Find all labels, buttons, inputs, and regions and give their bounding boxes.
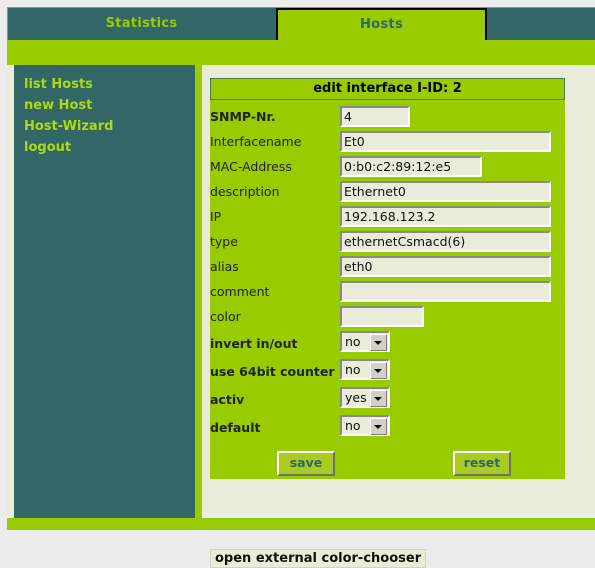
sidebar-item-logout[interactable]: logout <box>14 137 195 158</box>
label-type: type <box>210 234 238 249</box>
input-interfacename[interactable] <box>340 131 551 152</box>
chevron-down-icon[interactable] <box>370 362 387 379</box>
select-use-64bit-counter[interactable]: no <box>340 359 390 380</box>
form-row-interfacename: Interfacename <box>210 129 565 154</box>
form-row-mac-address: MAC-Address <box>210 154 565 179</box>
form-row-invert-in-out: invert in/out no <box>210 329 565 357</box>
input-comment[interactable] <box>340 281 551 302</box>
select-activ[interactable]: yes <box>340 387 390 408</box>
select-default-value: no <box>345 418 361 433</box>
chevron-down-icon[interactable] <box>370 390 387 407</box>
label-color: color <box>210 309 241 324</box>
form-row-ip: IP <box>210 204 565 229</box>
label-snmp-nr: SNMP-Nr. <box>210 109 276 124</box>
input-color[interactable] <box>340 306 424 327</box>
app-root: Statistics Hosts list Hosts new Host Hos… <box>7 7 595 568</box>
input-snmp-nr[interactable] <box>340 106 410 127</box>
form-buttons: save reset <box>210 449 565 479</box>
edit-interface-panel: edit interface I-ID: 2 SNMP-Nr. Interfac… <box>210 78 565 479</box>
reset-button[interactable]: reset <box>453 451 511 476</box>
select-default[interactable]: no <box>340 415 390 436</box>
tab-hosts[interactable]: Hosts <box>276 8 487 41</box>
label-invert-in-out: invert in/out <box>210 335 298 351</box>
form-row-description: description <box>210 179 565 204</box>
label-alias: alias <box>210 259 239 274</box>
label-mac-address: MAC-Address <box>210 159 292 174</box>
label-use-64bit-counter: use 64bit counter <box>210 363 335 379</box>
form-row-comment: comment <box>210 279 565 304</box>
chevron-down-icon[interactable] <box>370 334 387 351</box>
open-color-chooser-link[interactable]: open external color-chooser <box>210 549 427 568</box>
form-row-activ: activ yes <box>210 385 565 413</box>
label-default: default <box>210 419 261 435</box>
form-row-alias: alias <box>210 254 565 279</box>
tab-statistics[interactable]: Statistics <box>8 8 275 41</box>
select-invert-in-out-value: no <box>345 334 361 349</box>
sidebar-item-list-hosts[interactable]: list Hosts <box>14 74 195 95</box>
input-ip[interactable] <box>340 206 551 227</box>
form-row-use-64bit-counter: use 64bit counter no <box>210 357 565 385</box>
input-alias[interactable] <box>340 256 551 277</box>
sidebar-divider <box>195 65 202 518</box>
form-row-color: color <box>210 304 565 329</box>
form-row-default: default no <box>210 413 565 441</box>
form-row-snmp-nr: SNMP-Nr. <box>210 104 565 129</box>
label-description: description <box>210 184 280 199</box>
label-comment: comment <box>210 284 270 299</box>
sidebar: list Hosts new Host Host-Wizard logout <box>14 65 195 518</box>
sidebar-nav: list Hosts new Host Host-Wizard logout <box>14 65 195 158</box>
sidebar-item-new-host[interactable]: new Host <box>14 95 195 116</box>
interface-form-table: SNMP-Nr. Interfacename MAC-Address <box>210 104 565 441</box>
input-description[interactable] <box>340 181 551 202</box>
select-activ-value: yes <box>345 390 367 405</box>
select-use-64bit-counter-value: no <box>345 362 361 377</box>
label-interfacename: Interfacename <box>210 134 302 149</box>
input-mac-address[interactable] <box>340 156 482 177</box>
tab-bar: Statistics Hosts <box>7 7 595 41</box>
tab-underline-strip <box>7 40 595 65</box>
save-button[interactable]: save <box>277 451 335 476</box>
label-activ: activ <box>210 391 245 407</box>
select-invert-in-out[interactable]: no <box>340 331 390 352</box>
form-row-type: type <box>210 229 565 254</box>
label-ip: IP <box>210 209 222 224</box>
footer-strip <box>7 518 595 530</box>
panel-title: edit interface I-ID: 2 <box>210 78 565 100</box>
chevron-down-icon[interactable] <box>370 418 387 435</box>
sidebar-item-host-wizard[interactable]: Host-Wizard <box>14 116 195 137</box>
input-type[interactable] <box>340 231 551 252</box>
page-body: list Hosts new Host Host-Wizard logout e… <box>7 65 595 568</box>
